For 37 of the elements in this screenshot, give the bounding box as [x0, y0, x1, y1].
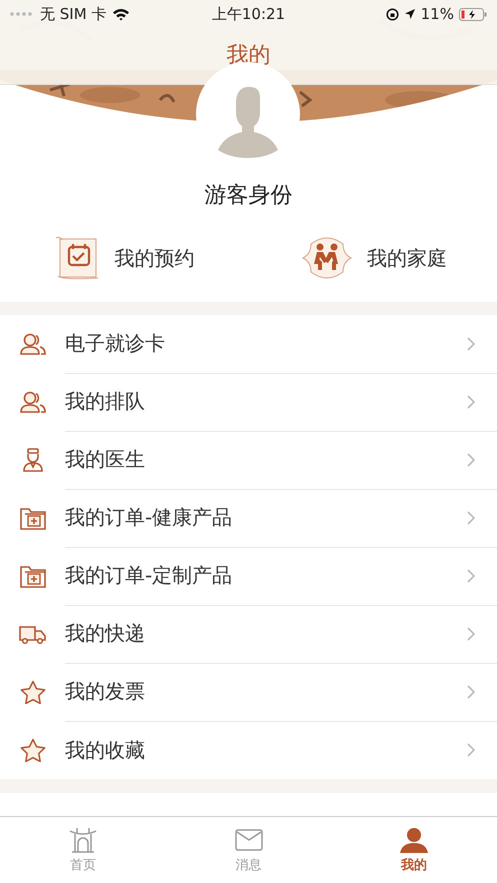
rotation-lock-icon — [386, 8, 399, 20]
chevron-icon — [467, 394, 475, 408]
status-time: 上午10:21 — [212, 4, 286, 24]
menu-item[interactable]: 我的医生 — [65, 446, 145, 473]
people-icon — [19, 332, 47, 356]
shortcut-label[interactable]: 我的预约 — [114, 244, 194, 272]
star-icon — [19, 738, 47, 762]
location-icon — [404, 8, 416, 20]
wifi-icon — [112, 8, 130, 20]
signal-icon — [10, 12, 34, 16]
chevron-icon — [467, 452, 475, 466]
battery-percent: 11% — [420, 5, 454, 23]
menu-item[interactable]: 电子就诊卡 — [65, 330, 165, 357]
menu-item[interactable]: 我的快递 — [65, 620, 145, 647]
star-icon — [19, 680, 47, 704]
mail-icon — [234, 827, 264, 853]
chevron-icon — [467, 568, 475, 582]
menu-item[interactable]: 我的订单-健康产品 — [65, 504, 232, 531]
shortcut-label[interactable]: 我的家庭 — [366, 244, 447, 272]
person-icon — [399, 827, 430, 853]
gate-icon — [68, 827, 98, 853]
medical-folder-icon — [19, 506, 47, 530]
menu-item[interactable]: 我的排队 — [65, 388, 145, 415]
chevron-icon — [467, 743, 475, 757]
chevron-icon — [467, 626, 475, 640]
battery-icon — [458, 8, 487, 20]
tab[interactable]: 我的 — [331, 817, 497, 883]
carrier-name: 无 SIM 卡 — [40, 4, 106, 24]
chevron-icon — [467, 684, 475, 698]
people-icon — [19, 390, 47, 414]
menu-item[interactable]: 我的发票 — [65, 678, 145, 705]
chevron-icon — [467, 510, 475, 524]
user-name: 游客身份 — [204, 182, 294, 210]
menu-item[interactable]: 我的收藏 — [65, 736, 145, 764]
medical-folder-icon — [19, 564, 47, 588]
menu-item[interactable]: 我的订单-定制产品 — [65, 562, 232, 589]
chevron-icon — [467, 336, 475, 350]
